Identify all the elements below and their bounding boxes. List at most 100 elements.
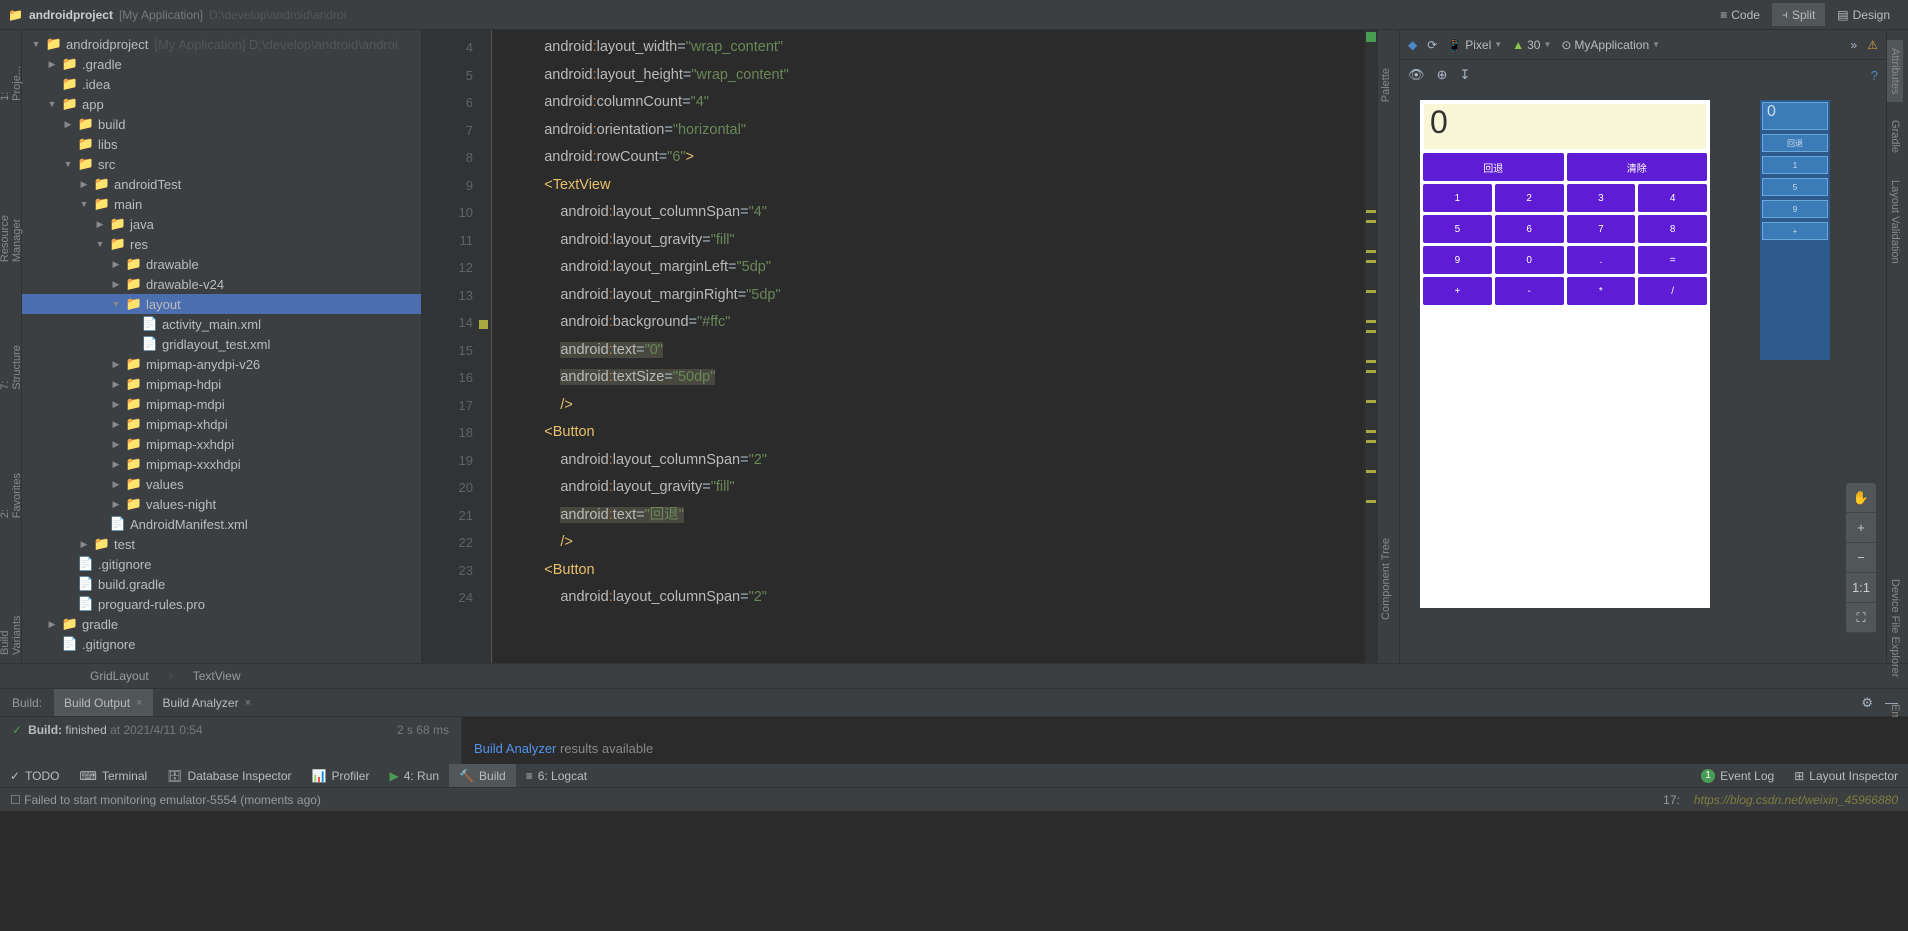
close-icon[interactable]: × [245, 697, 251, 709]
stripe-mark[interactable] [1366, 500, 1376, 503]
tool-build-variants[interactable]: Build Variants [0, 586, 25, 663]
warning-icon[interactable]: ⚠ [1867, 38, 1878, 52]
build-output[interactable]: Build Analyzer results available [462, 717, 1908, 764]
calc-button[interactable]: 回退 [1423, 153, 1564, 181]
device-dropdown[interactable]: 📱Pixel▼ [1447, 38, 1502, 52]
tree-arrow-icon[interactable]: ▶ [94, 219, 106, 230]
line-number[interactable]: 15 [422, 337, 473, 365]
tree-row[interactable]: 📄AndroidManifest.xml [22, 514, 421, 534]
logcat-button[interactable]: ≡6: Logcat [516, 764, 597, 787]
calc-button[interactable]: * [1567, 277, 1636, 305]
line-number[interactable]: 17 [422, 392, 473, 420]
tree-row[interactable]: ▶📁mipmap-xxhdpi [22, 434, 421, 454]
calc-button[interactable]: 4 [1638, 184, 1707, 212]
code-line[interactable]: android:layout_marginRight="5dp" [512, 282, 1365, 310]
tree-arrow-icon[interactable]: ▶ [78, 179, 90, 190]
build-analyzer-tab[interactable]: Build Analyzer× [153, 689, 261, 716]
calc-button[interactable]: 2 [1495, 184, 1564, 212]
line-number[interactable]: 18 [422, 419, 473, 447]
build-button[interactable]: 🔨Build [449, 764, 516, 787]
calc-button[interactable]: - [1495, 277, 1564, 305]
code-line[interactable]: /> [512, 529, 1365, 557]
terminal-button[interactable]: ⌨Terminal [70, 764, 158, 787]
pan-button[interactable]: ✋ [1846, 483, 1876, 513]
calc-button[interactable]: / [1638, 277, 1707, 305]
breadcrumb-textview[interactable]: TextView [193, 669, 241, 683]
todo-button[interactable]: ✓TODO [0, 764, 70, 787]
line-col[interactable]: 17: [1663, 793, 1680, 807]
code-line[interactable]: <TextView [512, 172, 1365, 200]
line-number[interactable]: 22 [422, 529, 473, 557]
code-line[interactable]: android:background="#ffc" [512, 309, 1365, 337]
tree-row[interactable]: 📄.gitignore [22, 554, 421, 574]
tree-row[interactable]: 📁.idea [22, 74, 421, 94]
code-line[interactable]: android:layout_marginLeft="5dp" [512, 254, 1365, 282]
tool-gradle[interactable]: Gradle [1887, 112, 1903, 161]
palette-label[interactable]: Palette [1378, 60, 1394, 110]
calc-button[interactable]: . [1567, 246, 1636, 274]
calc-button[interactable]: 7 [1567, 215, 1636, 243]
calc-button[interactable]: 9 [1423, 246, 1492, 274]
tree-arrow-icon[interactable]: ▶ [110, 399, 122, 410]
component-tree-label[interactable]: Component Tree [1378, 530, 1394, 628]
stripe-mark[interactable] [1366, 440, 1376, 443]
tree-row[interactable]: ▶📁mipmap-xhdpi [22, 414, 421, 434]
view-code-button[interactable]: ≡Code [1710, 3, 1770, 26]
tree-row[interactable]: ▶📁.gradle [22, 54, 421, 74]
theme-dropdown[interactable]: ⊙MyApplication▼ [1561, 38, 1660, 52]
code-line[interactable]: android:layout_columnSpan="4" [512, 199, 1365, 227]
tree-row[interactable]: ▼📁main [22, 194, 421, 214]
tool-device-explorer[interactable]: Device File Explorer [1887, 571, 1903, 685]
line-number[interactable]: 21 [422, 502, 473, 530]
plus-icon[interactable]: ⊕ [1437, 67, 1448, 83]
calc-button[interactable]: 清除 [1567, 153, 1708, 181]
tree-row[interactable]: ▶📁drawable [22, 254, 421, 274]
stripe-mark[interactable] [1366, 400, 1376, 403]
stripe-mark[interactable] [1366, 330, 1376, 333]
more-icon[interactable]: » [1851, 38, 1858, 52]
calc-button[interactable]: 5 [1423, 215, 1492, 243]
zoom-frame-button[interactable]: ⛶ [1846, 603, 1876, 633]
tree-row[interactable]: ▶📁java [22, 214, 421, 234]
code-line[interactable]: android:text="0" [512, 337, 1365, 365]
close-icon[interactable]: × [136, 697, 142, 709]
stripe-mark[interactable] [1366, 210, 1376, 213]
tree-row[interactable]: 📄build.gradle [22, 574, 421, 594]
stripe-mark[interactable] [1366, 250, 1376, 253]
tree-row[interactable]: 📄gridlayout_test.xml [22, 334, 421, 354]
stripe-mark[interactable] [1366, 320, 1376, 323]
zoom-in-button[interactable]: + [1846, 513, 1876, 543]
event-log-button[interactable]: 1Event Log [1691, 769, 1784, 783]
line-number[interactable]: 16 [422, 364, 473, 392]
tree-row[interactable]: ▶📁mipmap-anydpi-v26 [22, 354, 421, 374]
tree-row[interactable]: ▶📁androidTest [22, 174, 421, 194]
layout-inspector-button[interactable]: ⊞Layout Inspector [1784, 769, 1908, 783]
gutter[interactable]: 456789101112131415161718192021222324 [422, 30, 492, 663]
tree-row[interactable]: ▶📁drawable-v24 [22, 274, 421, 294]
calc-button[interactable]: 3 [1567, 184, 1636, 212]
code-line[interactable]: android:layout_width="wrap_content" [512, 34, 1365, 62]
tree-arrow-icon[interactable]: ▶ [110, 439, 122, 450]
stripe-mark[interactable] [1366, 220, 1376, 223]
tree-row[interactable]: ▼📁app [22, 94, 421, 114]
line-number[interactable]: 24 [422, 584, 473, 612]
tree-arrow-icon[interactable]: ▶ [110, 379, 122, 390]
code-line[interactable]: android:layout_gravity="fill" [512, 474, 1365, 502]
code-line[interactable]: android:rowCount="6"> [512, 144, 1365, 172]
calc-button[interactable]: = [1638, 246, 1707, 274]
line-number[interactable]: 10 [422, 199, 473, 227]
stripe-mark[interactable] [1366, 260, 1376, 263]
build-output-tab[interactable]: Build Output× [54, 689, 152, 716]
tool-favorites[interactable]: 2: Favorites [0, 458, 25, 526]
line-number[interactable]: 13 [422, 282, 473, 310]
tree-arrow-icon[interactable]: ▶ [46, 59, 58, 70]
tree-row[interactable]: ▶📁test [22, 534, 421, 554]
design-canvas[interactable]: 0 回退清除1234567890.=+-*/ 0 回退 1 5 9 + ✋ + … [1400, 90, 1886, 663]
code-line[interactable]: android:textSize="50dp" [512, 364, 1365, 392]
calc-button[interactable]: 6 [1495, 215, 1564, 243]
calc-button[interactable]: + [1423, 277, 1492, 305]
tree-arrow-icon[interactable]: ▶ [110, 359, 122, 370]
code-line[interactable]: android:columnCount="4" [512, 89, 1365, 117]
line-number[interactable]: 14 [422, 309, 473, 337]
line-number[interactable]: 19 [422, 447, 473, 475]
